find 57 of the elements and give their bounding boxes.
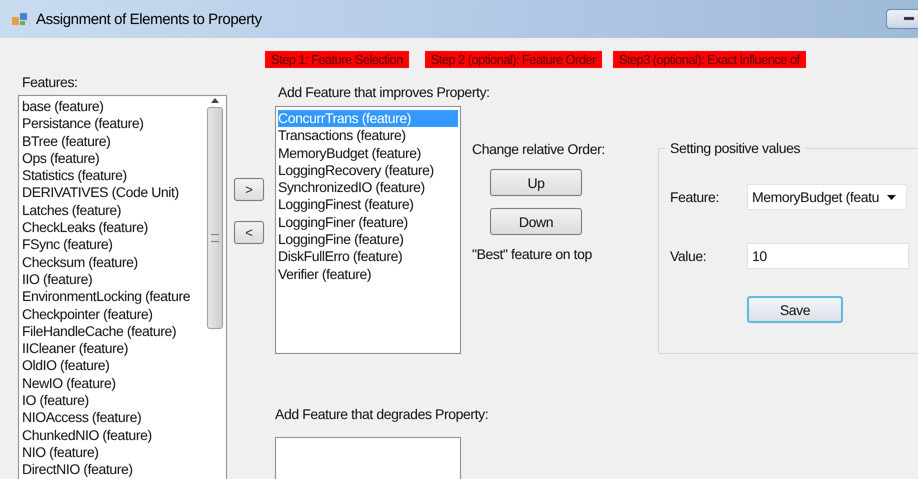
order-button[interactable]: Up [490, 169, 582, 196]
list-item[interactable]: Persistance (feature) [22, 115, 226, 133]
list-item[interactable]: NewIO (feature) [22, 374, 226, 392]
list-item[interactable]: EnvironmentLocking (feature [22, 288, 226, 306]
value-label: Value: [670, 248, 708, 264]
group-title: Setting positive values [665, 140, 806, 156]
order-button[interactable]: Down [490, 208, 582, 235]
degrades-label: Add Feature that degrades Property: [275, 406, 488, 424]
minimize-icon [904, 17, 914, 21]
scroll-up-icon[interactable] [211, 98, 219, 103]
order-label: Change relative Order: [472, 141, 606, 157]
list-item[interactable]: BTree (feature) [22, 132, 226, 150]
list-item[interactable]: LoggingFine (feature) [278, 231, 458, 248]
list-item[interactable]: IO (feature) [22, 392, 226, 410]
order-hint: "Best" feature on top [472, 246, 593, 262]
features-list[interactable] [18, 95, 227, 479]
list-item[interactable]: IICleaner (feature) [22, 340, 226, 358]
list-item[interactable]: Transactions (feature) [278, 127, 458, 145]
list-item[interactable]: base (feature) [22, 98, 226, 116]
list-item[interactable]: SynchronizedIO (feature) [278, 179, 458, 196]
save-button[interactable]: Save [747, 296, 843, 323]
list-item[interactable]: DirectNIO (feature) [22, 461, 226, 479]
feature-label: Feature: [670, 189, 720, 205]
degrades-list[interactable] [275, 437, 461, 479]
list-item[interactable]: Checkpointer (feature) [22, 306, 226, 323]
value-field[interactable]: 10 [747, 243, 909, 269]
list-item[interactable]: Statistics (feature) [22, 167, 226, 184]
step-label: Step3 (optional): Exact Influence of [612, 51, 806, 68]
feature-dropdown[interactable]: MemoryBudget (featu [747, 184, 907, 210]
window-title: Assignment of Elements to Property [36, 10, 263, 28]
list-item[interactable]: NIOAccess (feature) [22, 409, 226, 427]
step-label: Step 2 (optional): Feature Order [424, 51, 602, 68]
app-icon [12, 12, 28, 26]
features-label: Features: [22, 74, 79, 92]
list-item[interactable]: OldIO (feature) [22, 357, 226, 375]
list-item[interactable]: LoggingFinest (feature) [278, 196, 458, 214]
list-item[interactable]: Verifier (feature) [278, 266, 458, 283]
improves-label: Add Feature that improves Property: [278, 84, 490, 102]
step-label: Step 1: Feature Selection [265, 51, 409, 68]
list-item[interactable]: DiskFullErro (feature) [278, 248, 458, 266]
improves-list[interactable] [275, 106, 461, 354]
list-item[interactable]: MemoryBudget (feature) [278, 144, 458, 162]
list-item[interactable]: Latches (feature) [22, 202, 226, 220]
list-item[interactable]: NIO (feature) [22, 444, 226, 462]
list-item[interactable]: Ops (feature) [22, 150, 226, 168]
list-item[interactable]: LoggingRecovery (feature) [278, 162, 458, 180]
list-item[interactable]: FileHandleCache (feature) [22, 322, 226, 340]
move-button[interactable]: < [234, 221, 264, 244]
list-item[interactable]: FSync (feature) [22, 236, 226, 254]
list-item[interactable]: ChunkedNIO (feature) [22, 426, 226, 444]
caret-icon [887, 194, 896, 200]
list-item[interactable]: Checksum (feature) [22, 254, 226, 271]
list-item[interactable]: CheckLeaks (feature) [22, 219, 226, 236]
list-item[interactable]: LoggingFiner (feature) [278, 214, 458, 232]
list-item[interactable]: DERIVATIVES (Code Unit) [22, 184, 226, 202]
list-item[interactable]: IIO (feature) [22, 270, 226, 288]
move-button[interactable]: > [234, 178, 264, 201]
